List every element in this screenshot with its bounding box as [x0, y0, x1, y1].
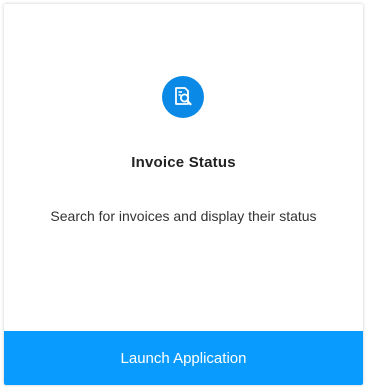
card-description: Search for invoices and display their st…: [50, 208, 317, 224]
card-title: Invoice Status: [131, 154, 236, 171]
invoice-search-icon: [162, 76, 204, 118]
launch-application-button[interactable]: Launch Application: [4, 331, 363, 385]
app-tile-card[interactable]: Invoice Status Search for invoices and d…: [4, 4, 363, 385]
